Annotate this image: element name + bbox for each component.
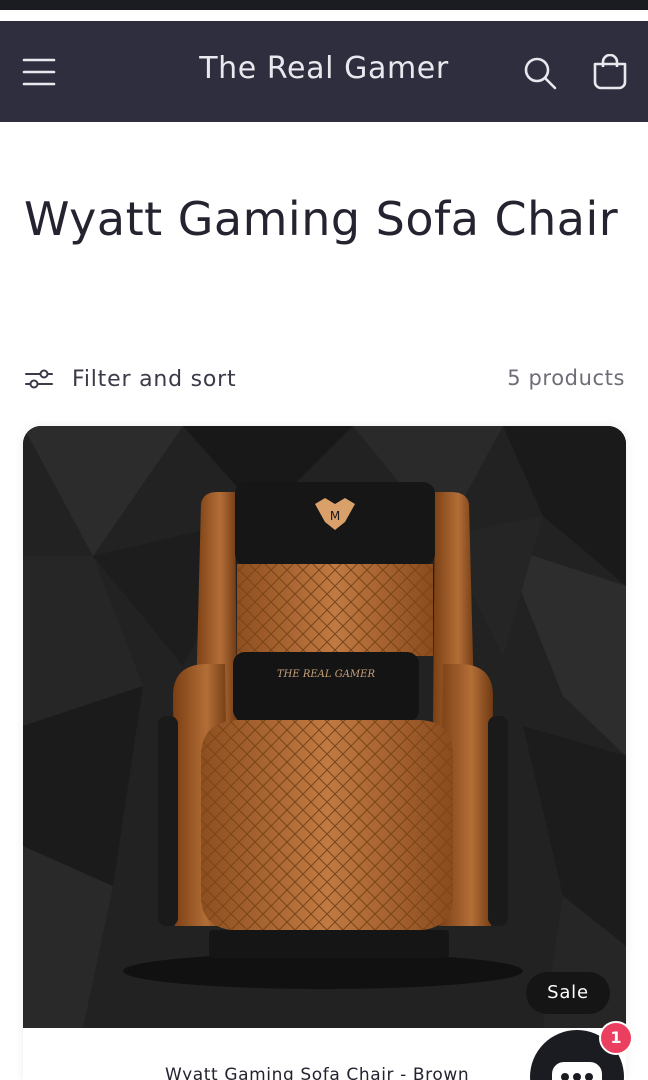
search-icon	[524, 57, 557, 90]
menu-icon	[22, 58, 56, 86]
menu-button[interactable]	[16, 49, 62, 95]
search-button[interactable]	[516, 49, 564, 97]
filter-sliders-icon	[25, 369, 53, 389]
headrest-brand-text: THE REAL GAMER	[277, 669, 375, 680]
cart-icon	[593, 54, 627, 90]
product-count: 5 products	[507, 366, 625, 390]
filter-and-sort-button[interactable]: Filter and sort	[24, 362, 236, 396]
filter-and-sort-label: Filter and sort	[72, 366, 237, 392]
site-brand-logo-text[interactable]: The Real Gamer	[150, 51, 498, 86]
collection-title: Wyatt Gaming Sofa Chair	[24, 192, 619, 246]
cart-button[interactable]	[586, 47, 634, 97]
site-header: The Real Gamer	[0, 21, 648, 122]
product-title[interactable]: Wyatt Gaming Sofa Chair - Brown	[165, 1065, 469, 1080]
sale-badge: Sale	[526, 972, 610, 1014]
chat-bubble-icon	[552, 1062, 602, 1080]
svg-text:M: M	[330, 509, 340, 523]
product-image[interactable]: M THE REAL GAMER	[23, 426, 626, 1028]
gaming-sofa-chair-image: M THE REAL GAMER	[23, 426, 626, 1028]
top-status-strip	[0, 0, 648, 10]
product-card[interactable]: M THE REAL GAMER Sale Wyatt Gaming Sofa …	[23, 426, 626, 1080]
chat-unread-badge: 1	[599, 1021, 633, 1055]
